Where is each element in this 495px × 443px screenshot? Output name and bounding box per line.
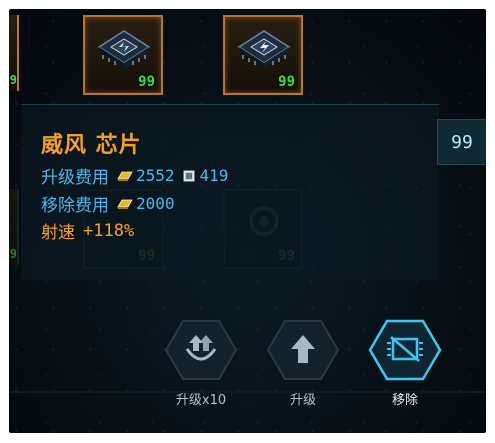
fire-rate-label: 射速 [41, 223, 75, 243]
partial-chip-slot[interactable]: 9 [9, 15, 19, 91]
gold-bar-icon [117, 171, 133, 181]
remove-cost-label: 移除费用 [41, 196, 109, 216]
arrow-up-icon [266, 320, 340, 380]
slot-count: 9 [9, 247, 17, 261]
upgrade-button[interactable]: 升级 [263, 317, 343, 408]
remove-cost-row: 移除费用 2000 [41, 191, 181, 216]
partial-chip-slot[interactable]: 9 [9, 189, 19, 265]
upgrade-cost-row: 升级费用 2552 419 [41, 163, 234, 188]
remove-chip-icon [368, 319, 442, 381]
slot-count: 99 [138, 74, 155, 90]
chip-slot[interactable]: 99 [223, 15, 303, 95]
game-screen: 9 9 99 99 威风 芯片 99 升级费用 2552 419 移除费用 20… [9, 9, 486, 433]
chip-icon [237, 30, 291, 69]
gold-bar-icon [117, 199, 133, 209]
remove-cost-gold: 2000 [136, 194, 175, 213]
chip-currency-icon [183, 170, 194, 181]
quantity-badge: 99 [437, 119, 486, 165]
fire-rate-value: +118% [83, 220, 135, 241]
chip-slot[interactable]: 99 [83, 15, 163, 95]
upgrade-x10-button[interactable]: 升级x10 [161, 317, 241, 408]
double-arrow-up-icon [164, 320, 238, 380]
chip-icon [97, 30, 151, 69]
slot-count: 9 [9, 73, 17, 87]
fire-rate-row: 射速 +118% [41, 218, 140, 244]
chip-title: 威风 芯片 [41, 133, 142, 158]
upgrade-cost-chip: 419 [199, 166, 229, 185]
slot-count: 99 [278, 74, 295, 90]
upgrade-cost-label: 升级费用 [41, 168, 109, 188]
remove-button[interactable]: 移除 [365, 317, 445, 408]
upgrade-cost-gold: 2552 [136, 166, 175, 185]
divider [9, 391, 486, 393]
